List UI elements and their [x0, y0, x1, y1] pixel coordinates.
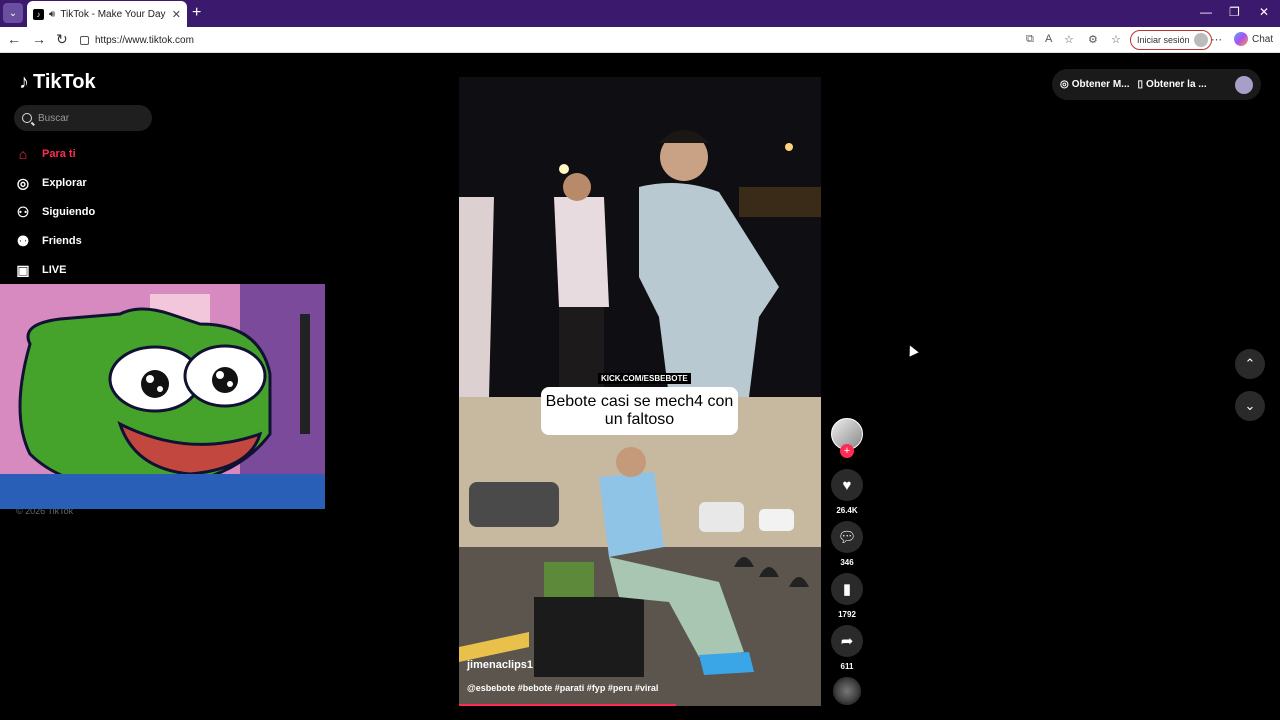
url-field[interactable]: https://www.tiktok.com — [80, 30, 1020, 50]
search-input[interactable] — [38, 112, 138, 124]
browser-tab-bar: ⌄ ♪ 🔊︎ TikTok - Make Your Day ✕ + — ❐ ✕ — [0, 0, 1280, 27]
nav-item-explorar[interactable]: ◎ Explorar — [15, 175, 87, 191]
heart-icon: ♥ — [842, 476, 852, 494]
forward-icon[interactable]: → — [32, 31, 46, 47]
favorites-icon[interactable]: ☆ — [1111, 33, 1121, 46]
kick-watermark: KICK.COM/ESBEBOTE — [598, 373, 691, 384]
maximize-icon[interactable]: ❐ — [1229, 5, 1240, 19]
get-app-button[interactable]: ▯ Obtener la ... — [1138, 79, 1207, 90]
nav-item-siguiendo[interactable]: ⚇ Siguiendo — [15, 204, 95, 220]
video-caption: Bebote casi se mech4 con un faltoso — [541, 387, 738, 435]
bookmark-icon: ▮ — [842, 581, 852, 598]
compass-icon: ◎ — [16, 174, 30, 191]
top-right-actions: ◎ Obtener M... ▯ Obtener la ... — [1052, 69, 1261, 100]
music-disc-icon[interactable] — [833, 677, 861, 705]
pepe-frog-image — [0, 284, 325, 509]
save-button[interactable]: ▮ — [831, 573, 863, 605]
chat-label: Chat — [1252, 33, 1274, 45]
copilot-chat-button[interactable]: Chat — [1234, 32, 1273, 46]
get-coins-button[interactable]: ◎ Obtener M... — [1060, 79, 1130, 90]
get-app-label: Obtener la ... — [1146, 79, 1207, 90]
get-coins-label: Obtener M... — [1071, 79, 1130, 90]
sign-in-button[interactable]: Iniciar sesión — [1130, 30, 1212, 50]
following-icon: ⚇ — [16, 203, 30, 220]
nav-item-para-ti[interactable]: ⌂ Para ti — [15, 146, 76, 162]
logo-text: TikTok — [33, 71, 96, 93]
nav-item-friends[interactable]: ⚉ Friends — [15, 233, 82, 249]
url-text[interactable]: https://www.tiktok.com — [95, 35, 194, 46]
new-tab-button[interactable]: + — [192, 4, 201, 22]
share-button[interactable]: ➦ — [831, 625, 863, 657]
close-window-icon[interactable]: ✕ — [1259, 5, 1269, 19]
video-author[interactable]: jimenaclips1 — [467, 659, 533, 671]
back-icon[interactable]: ← — [7, 31, 21, 47]
comment-button[interactable]: 💬︎ — [831, 521, 863, 553]
share-icon: ➦ — [840, 633, 854, 650]
extensions-icon[interactable]: ⚙ — [1088, 33, 1098, 46]
next-video-button[interactable]: ⌄ — [1235, 391, 1265, 421]
chevron-down-icon: ⌄ — [1244, 398, 1256, 413]
speaker-icon[interactable]: 🔊︎ — [49, 9, 55, 20]
reload-icon[interactable]: ↻ — [56, 31, 68, 48]
video-frame-top — [459, 77, 821, 397]
comment-count: 346 — [840, 558, 854, 567]
streamer-overlay-image — [0, 284, 325, 509]
video-progress-bar[interactable] — [459, 704, 677, 706]
more-menu-icon[interactable]: ⋯ — [1211, 33, 1222, 46]
tab-title: TikTok - Make Your Day — [60, 8, 166, 20]
browser-tab[interactable]: ♪ 🔊︎ TikTok - Make Your Day ✕ — [27, 1, 187, 27]
nav-label: LIVE — [42, 264, 67, 276]
nav-item-live[interactable]: ▣ LIVE — [15, 262, 66, 278]
open-in-app-icon[interactable]: ⧉ — [1026, 33, 1034, 46]
tab-actions-button[interactable]: ⌄ — [3, 3, 23, 23]
like-button[interactable]: ♥ — [831, 469, 863, 501]
tiktok-note-icon: ♪ — [19, 71, 29, 93]
video-scene-night — [459, 77, 821, 397]
follow-plus-icon[interactable]: + — [840, 444, 854, 458]
chevron-up-icon: ⌃ — [1244, 356, 1256, 371]
close-tab-icon[interactable]: ✕ — [172, 8, 181, 21]
nav-label: Explorar — [42, 177, 87, 189]
video-description[interactable]: @esbebote #bebote #parati #fyp #peru #vi… — [467, 683, 658, 693]
favorite-star-icon[interactable]: ☆ — [1064, 33, 1074, 46]
profile-avatar-icon — [1193, 33, 1208, 47]
friends-icon: ⚉ — [16, 232, 30, 249]
sign-in-label: Iniciar sesión — [1137, 35, 1190, 45]
translate-icon[interactable]: A — [1045, 33, 1052, 45]
save-count: 1792 — [838, 610, 856, 619]
coin-icon: ◎ — [1060, 79, 1069, 90]
copilot-icon — [1234, 32, 1248, 46]
home-icon: ⌂ — [18, 146, 28, 162]
search-box[interactable] — [14, 105, 152, 131]
nav-label: Siguiendo — [42, 206, 96, 218]
tiktok-favicon-icon: ♪ — [33, 8, 44, 20]
nav-label: Friends — [42, 235, 82, 247]
previous-video-button[interactable]: ⌃ — [1235, 349, 1265, 379]
nav-label: Para ti — [42, 148, 76, 160]
comment-icon: 💬︎ — [837, 529, 857, 546]
live-icon: ▣ — [16, 261, 30, 278]
search-icon — [22, 113, 32, 123]
share-count: 611 — [840, 662, 854, 671]
like-count: 26.4K — [836, 506, 858, 515]
site-info-icon[interactable] — [80, 35, 89, 45]
tiktok-logo[interactable]: ♪ TikTok — [19, 71, 96, 94]
video-player[interactable]: KICK.COM/ESBEBOTE Bebote casi se mech4 c… — [459, 77, 821, 706]
address-bar-row: ← → ↻ https://www.tiktok.com ⧉ A ☆ ⚙ ☆ I… — [0, 27, 1280, 53]
user-avatar[interactable] — [1235, 75, 1253, 94]
minimize-icon[interactable]: — — [1200, 5, 1212, 19]
phone-icon: ▯ — [1137, 79, 1144, 90]
